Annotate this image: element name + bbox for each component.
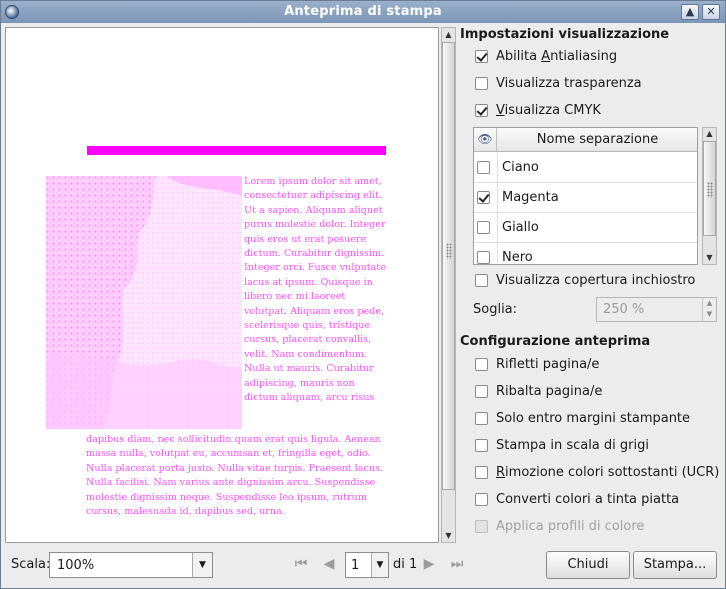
- page-color-bar: [87, 146, 386, 155]
- preview-scrollbar[interactable]: ▲ ▼: [441, 27, 456, 543]
- scroll-down-arrow-icon[interactable]: ▼: [442, 529, 455, 542]
- scroll-up-arrow-icon[interactable]: ▲: [442, 28, 455, 41]
- separations-scrollbar[interactable]: ▲ ▼: [702, 127, 717, 265]
- ink-coverage-toggle[interactable]: Visualizza copertura inchiostro: [475, 271, 695, 289]
- preview-option-checkbox[interactable]: [475, 438, 488, 452]
- column-divider: [497, 153, 498, 183]
- separation-name: Giallo: [502, 220, 539, 235]
- separation-name: Ciano: [502, 160, 539, 175]
- separation-row[interactable]: Magenta: [474, 183, 697, 213]
- preview-option-toggle[interactable]: Rimozione colori sottostanti (UCR): [475, 463, 719, 481]
- settings-panel: Impostazioni visualizzazione Abilita Ant…: [459, 25, 723, 545]
- close-window-button[interactable]: ✕: [702, 4, 720, 20]
- scale-value: 100%: [57, 558, 95, 573]
- separations-column-header[interactable]: Nome separazione: [498, 132, 697, 147]
- scale-combobox[interactable]: 100% ▼: [49, 552, 213, 578]
- grip-icon: [446, 243, 452, 259]
- chevron-down-icon[interactable]: ▼: [371, 553, 388, 577]
- preview-option-checkbox[interactable]: [475, 465, 488, 479]
- separation-name: Magenta: [502, 190, 559, 205]
- preview-option-checkbox[interactable]: [475, 357, 488, 371]
- antialiasing-checkbox[interactable]: [475, 49, 488, 63]
- first-page-icon[interactable]: ⏮: [291, 555, 311, 573]
- preview-option-label: Converti colori a tinta piatta: [496, 491, 680, 507]
- preview-option-label: Rimozione colori sottostanti (UCR): [496, 464, 720, 480]
- preview-option-label: Rifletti pagina/e: [496, 356, 600, 372]
- preview-option-toggle[interactable]: Ribalta pagina/e: [475, 382, 602, 400]
- preview-option-toggle: Applica profili di colore: [475, 517, 644, 535]
- print-button[interactable]: Stampa...: [633, 551, 717, 579]
- transparency-toggle[interactable]: Visualizza trasparenza: [475, 74, 642, 92]
- separation-row[interactable]: Nero: [474, 243, 697, 265]
- separation-name: Nero: [502, 250, 533, 265]
- ink-coverage-checkbox[interactable]: [475, 273, 488, 287]
- separation-visibility-checkbox[interactable]: [477, 251, 490, 264]
- page-number-combobox[interactable]: 1 ▼: [345, 552, 389, 578]
- cmyk-checkbox[interactable]: [475, 103, 488, 117]
- page-preview: Lorem ipsum dolor sit amet, consectetuer…: [5, 27, 439, 543]
- separations-scroll-down-icon[interactable]: ▼: [703, 252, 716, 264]
- separations-header: 👁 Nome separazione: [474, 128, 697, 152]
- preview-option-toggle[interactable]: Converti colori a tinta piatta: [475, 490, 679, 508]
- threshold-label: Soglia:: [473, 302, 518, 317]
- last-page-icon[interactable]: ⏭: [447, 555, 467, 573]
- wide-text: dapibus diam, nec sollicitudin quam erat…: [86, 433, 386, 519]
- preview-option-label: Applica profili di colore: [496, 518, 645, 534]
- separations-scroll-thumb[interactable]: [703, 141, 716, 236]
- page-number-value: 1: [351, 558, 360, 573]
- threshold-spinner[interactable]: 250 % ▲ ▼: [596, 297, 717, 322]
- wide-text-paragraph-1: dapibus diam, nec sollicitudin quam erat…: [86, 434, 383, 474]
- antialiasing-toggle[interactable]: Abilita Antialiasing: [475, 47, 617, 65]
- preview-config-title: Configurazione anteprima: [460, 334, 651, 349]
- title-bar[interactable]: Anteprima di stampa ▲ ✕: [1, 1, 725, 23]
- grip-icon: [707, 182, 713, 198]
- maximize-button[interactable]: ▲: [681, 4, 699, 20]
- preview-option-checkbox[interactable]: [475, 492, 488, 506]
- preview-option-checkbox[interactable]: [475, 411, 488, 425]
- preview-option-checkbox: [475, 519, 488, 533]
- scroll-thumb[interactable]: [442, 42, 455, 490]
- wide-text-paragraph-2: Nulla facilisi. Nam varius ante dignissi…: [86, 477, 376, 518]
- column-text: Lorem ipsum dolor sit amet, consectetuer…: [244, 176, 386, 404]
- preview-option-toggle[interactable]: Rifletti pagina/e: [475, 355, 599, 373]
- separation-visibility-checkbox[interactable]: [477, 161, 490, 174]
- scale-label: Scala:: [11, 557, 51, 572]
- cmyk-label: Visualizza CMYK: [496, 102, 601, 118]
- display-settings-title: Impostazioni visualizzazione: [460, 27, 670, 42]
- preview-option-toggle[interactable]: Solo entro margini stampante: [475, 409, 690, 427]
- print-preview-window: Anteprima di stampa ▲ ✕ Lorem ipsum dolo…: [0, 0, 726, 589]
- separation-row[interactable]: Giallo: [474, 213, 697, 243]
- preview-option-label: Stampa in scala di grigi: [496, 437, 649, 453]
- preview-option-checkbox[interactable]: [475, 384, 488, 398]
- separations-scroll-up-icon[interactable]: ▲: [703, 128, 716, 140]
- close-button[interactable]: Chiudi: [546, 551, 630, 579]
- preview-option-label: Ribalta pagina/e: [496, 383, 603, 399]
- spinner-arrows-icon[interactable]: ▲ ▼: [702, 298, 716, 321]
- antialiasing-label: Abilita Antialiasing: [496, 48, 618, 64]
- eye-icon[interactable]: 👁: [474, 128, 497, 151]
- preview-option-toggle[interactable]: Stampa in scala di grigi: [475, 436, 649, 454]
- transparency-label: Visualizza trasparenza: [496, 75, 642, 91]
- ink-coverage-label: Visualizza copertura inchiostro: [496, 272, 696, 288]
- separations-table: 👁 Nome separazione Ciano Magenta Giallo Ner…: [473, 127, 698, 265]
- page-count-label: di 1: [393, 557, 418, 572]
- next-page-icon[interactable]: ▶: [419, 555, 439, 573]
- chevron-down-icon[interactable]: ▼: [192, 553, 212, 577]
- separation-visibility-checkbox[interactable]: [477, 221, 490, 234]
- preview-option-label: Solo entro margini stampante: [496, 410, 691, 426]
- page-image: [46, 176, 242, 429]
- column-divider: [497, 183, 498, 213]
- bottom-bar: Scala: 100% ▼ ⏮ ◀ 1 ▼ di 1 ▶ ⏭ Chiudi St…: [1, 547, 725, 588]
- cmyk-toggle[interactable]: Visualizza CMYK: [475, 101, 601, 119]
- column-divider: [497, 243, 498, 264]
- separation-visibility-checkbox[interactable]: [477, 191, 490, 204]
- threshold-value: 250 %: [603, 302, 645, 317]
- column-divider: [497, 213, 498, 243]
- transparency-checkbox[interactable]: [475, 76, 488, 90]
- previous-page-icon[interactable]: ◀: [319, 555, 339, 573]
- separation-row[interactable]: Ciano: [474, 153, 697, 183]
- window-title: Anteprima di stampa: [284, 4, 442, 19]
